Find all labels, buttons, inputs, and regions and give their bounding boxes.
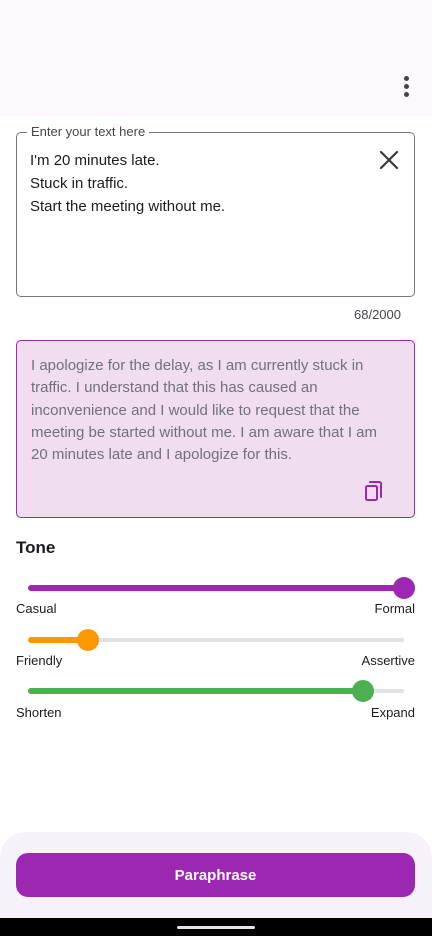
output-text: I apologize for the delay, as I am curre… (31, 357, 377, 464)
slider-right-label: Expand (370, 705, 415, 720)
slider-thumb[interactable] (393, 577, 415, 599)
slider-left-label: Shorten (16, 705, 62, 720)
slider-right-label: Formal (374, 601, 415, 616)
paraphrase-output: I apologize for the delay, as I am curre… (16, 340, 415, 518)
more-vert-icon (403, 75, 409, 81)
assertiveness-slider[interactable] (28, 628, 404, 652)
copy-icon[interactable] (362, 479, 386, 503)
slider-left-label: Casual (16, 601, 57, 616)
length-slider[interactable] (28, 679, 404, 703)
slider-right-label: Assertive (361, 653, 415, 668)
more-options-button[interactable] (390, 70, 422, 102)
slider-left-label: Friendly (16, 653, 63, 668)
input-value[interactable]: I'm 20 minutes late. Stuck in traffic. S… (30, 149, 366, 218)
character-counter: 68/2000 (354, 307, 401, 322)
close-icon[interactable] (378, 149, 400, 171)
paraphrase-button[interactable]: Paraphrase (16, 853, 415, 897)
formality-slider[interactable] (28, 576, 415, 600)
slider-fill (28, 585, 404, 591)
more-vert-icon-dot (403, 83, 409, 89)
app-bar (0, 0, 432, 116)
tone-heading: Tone (16, 538, 56, 557)
slider-fill (28, 688, 363, 694)
system-navigation-bar (0, 918, 432, 936)
slider-thumb[interactable] (77, 629, 100, 651)
slider-thumb[interactable] (351, 680, 374, 702)
more-vert-icon-dot (403, 91, 409, 97)
home-gesture-handle[interactable] (177, 926, 255, 929)
text-input-field[interactable]: Enter your text here I'm 20 minutes late… (16, 124, 415, 297)
input-label: Enter your text here (27, 124, 150, 139)
